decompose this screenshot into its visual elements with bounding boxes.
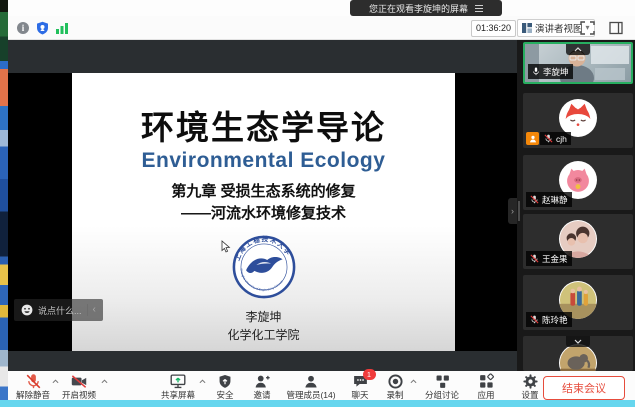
elephant-avatar-icon (559, 344, 597, 371)
participant-tile[interactable]: 陈玲艳 (523, 275, 633, 330)
watching-screen-tooltip: 您正在观看李旋坤的屏幕 (350, 0, 502, 16)
tooltip-text: 您正在观看李旋坤的屏幕 (369, 2, 468, 15)
security-shield-icon (217, 373, 233, 390)
camera-off-icon (70, 373, 88, 390)
slide-presenter-name: 李旋坤 (72, 308, 455, 325)
apps-icon (478, 373, 495, 390)
sidebar-resize-bar[interactable] (518, 201, 520, 221)
end-meeting-button[interactable]: 结束会议 (543, 376, 625, 400)
mic-muted-icon (544, 134, 553, 143)
breakout-rooms-icon (434, 373, 451, 390)
mouse-cursor (221, 240, 231, 253)
meeting-info-icon[interactable]: i (17, 22, 29, 34)
bottom-edge-line (0, 400, 635, 407)
invite-person-icon (253, 373, 271, 390)
slide-subtitle-english: Environmental Ecology (72, 149, 455, 173)
university-logo: 上海工程技术大学 Shanghai University of Engineer… (232, 235, 296, 299)
participant-tile-partial[interactable] (523, 336, 633, 371)
participant-name: 陈玲艳 (542, 314, 568, 326)
participant-name: 王金果 (542, 253, 568, 265)
share-screen-bottom-band (8, 351, 517, 371)
participant-name: 赵琳静 (542, 194, 568, 206)
side-panel-toggle-icon[interactable] (609, 21, 623, 35)
meeting-duration-timer: 01:36:20 (471, 20, 516, 37)
record-icon (387, 373, 404, 390)
participant-name: cjh (556, 134, 567, 144)
participant-tile[interactable]: 王金果 (523, 214, 633, 269)
network-signal-icon[interactable] (56, 23, 69, 34)
emoji-smiley-icon[interactable] (21, 304, 33, 316)
slide-chapter-line1: 第九章 受损生态系统的修复 (72, 180, 455, 201)
chevron-down-icon (574, 339, 582, 344)
start-video-button[interactable]: 开启视频 (49, 373, 109, 399)
mic-muted-icon (530, 254, 539, 263)
slide-chapter-line2: ——河流水环境修复技术 (72, 202, 455, 223)
scroll-participants-down-button[interactable] (566, 336, 590, 347)
mic-muted-icon (530, 195, 539, 204)
tooltip-menu-icon[interactable] (475, 5, 483, 12)
hand-raised-badge (526, 132, 539, 145)
settings-gear-icon (522, 373, 539, 390)
shared-presentation-slide: 环境生态学导论 Environmental Ecology 第九章 受损生态系统… (72, 73, 455, 351)
participant-tile[interactable]: 赵琳静 (523, 155, 633, 210)
participant-tile-video[interactable]: 李旋坤 (523, 42, 633, 84)
chat-quick-input[interactable]: 说点什么... ‹ (14, 299, 103, 321)
fullscreen-icon[interactable] (580, 21, 595, 35)
participants-sidebar: 李旋坤 (517, 40, 635, 371)
mic-muted-icon (25, 373, 42, 390)
share-screen-icon (169, 373, 187, 390)
meeting-app-window: 您正在观看李旋坤的屏幕 i 01:36:20 演讲者视图 ▾ 环境生态学导论 E… (0, 0, 635, 407)
participant-name: 李旋坤 (543, 66, 569, 78)
view-mode-label: 演讲者视图 (535, 21, 583, 35)
share-screen-top-band (8, 40, 517, 73)
window-title-strip (8, 0, 635, 16)
avatar (559, 344, 597, 371)
desktop-background-strip (0, 0, 8, 407)
chevron-up-icon (574, 47, 582, 52)
members-icon (303, 373, 319, 390)
chat-input-placeholder[interactable]: 说点什么... (38, 304, 82, 317)
mic-muted-icon (530, 315, 539, 324)
security-status-icon[interactable] (36, 21, 49, 35)
scroll-participants-up-button[interactable] (566, 44, 590, 55)
sidebar-collapse-handle[interactable]: › (508, 198, 517, 224)
chat-collapse-icon[interactable]: ‹ (93, 305, 96, 315)
slide-title: 环境生态学导论 (72, 111, 455, 146)
mic-on-icon (532, 67, 540, 76)
slide-department: 化学化工学院 (72, 326, 455, 343)
participant-tile[interactable]: cjh (523, 93, 633, 148)
chat-divider (87, 304, 88, 316)
layout-view-icon (522, 23, 532, 33)
video-options-chevron-icon[interactable] (101, 379, 108, 384)
